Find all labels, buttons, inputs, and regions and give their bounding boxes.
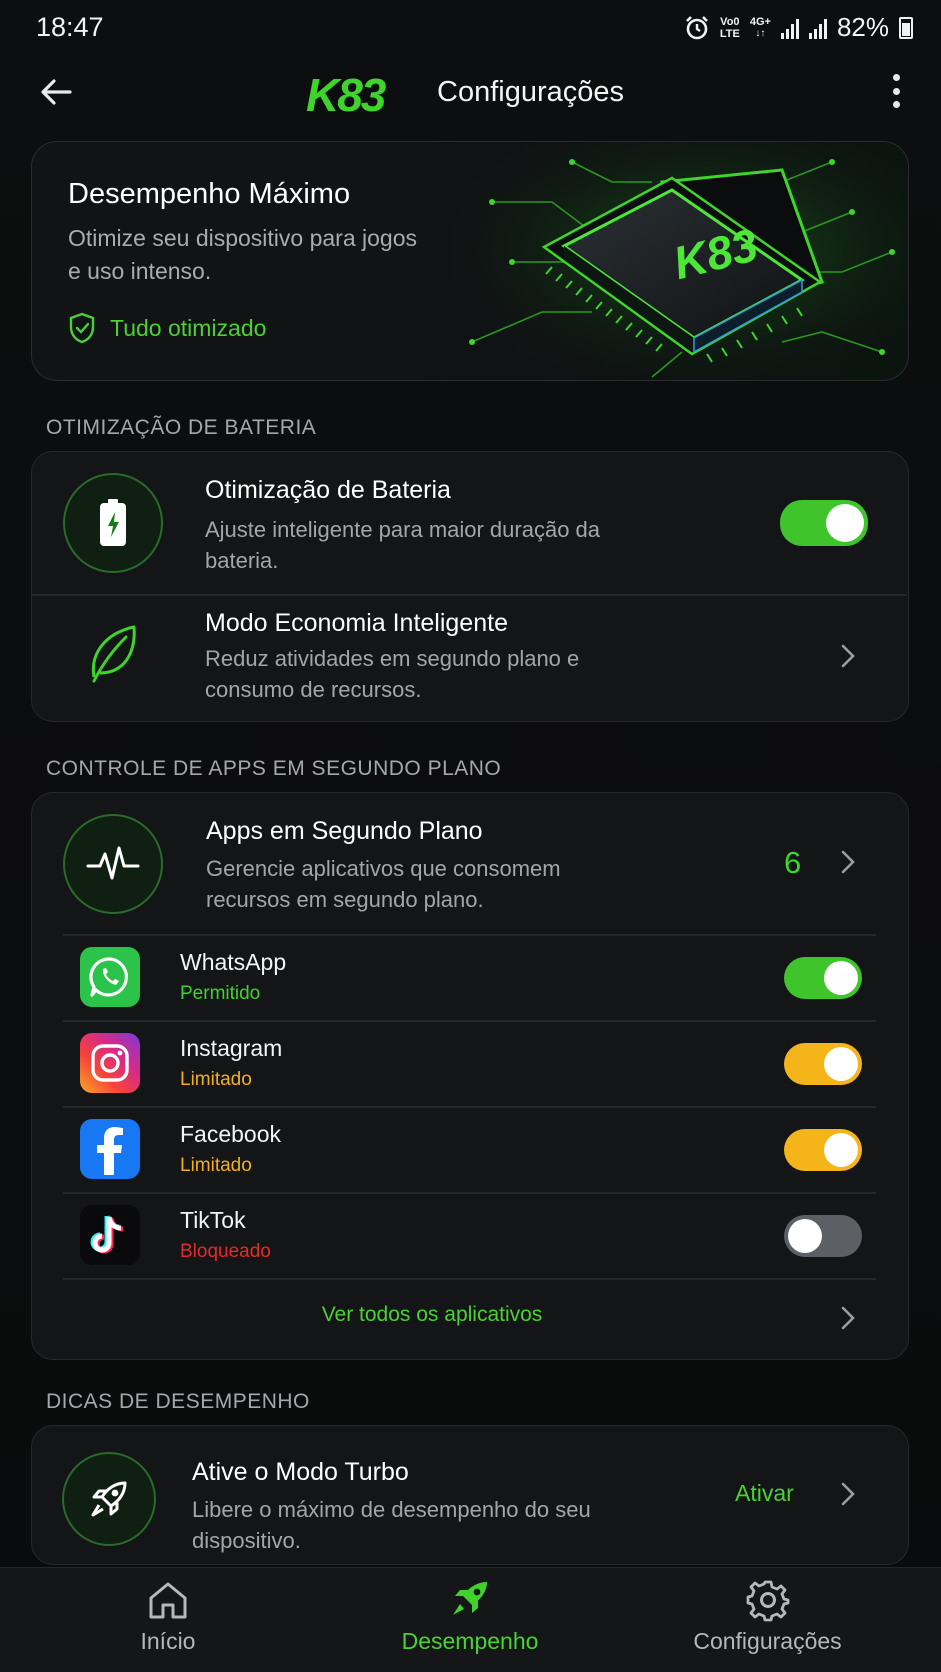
leaf-icon: [91, 625, 136, 683]
more-options-icon[interactable]: [891, 74, 901, 108]
instagram-icon: [80, 1033, 140, 1093]
battery-percent: 82%: [836, 12, 889, 42]
shield-check-icon: [69, 312, 95, 344]
app-row-facebook: Facebook Limitado: [32, 1107, 907, 1192]
app-row-tiktok: TikTok Bloqueado: [32, 1193, 907, 1278]
tiktok-icon: [80, 1205, 140, 1265]
4g-label: 4G+: [749, 15, 771, 28]
battery-card: Otimização de Bateria Ajuste inteligente…: [31, 451, 909, 722]
whatsapp-background-toggle[interactable]: [784, 957, 862, 999]
nav-item-inicio[interactable]: Início: [98, 1578, 238, 1655]
signal-icon: [780, 17, 799, 39]
battery-optimization-title: Otimização de Bateria: [205, 476, 451, 504]
performance-hero-card: K83 Desempenho Máximo Otimize seu dispos…: [31, 141, 909, 381]
pulse-icon: [86, 846, 140, 880]
turbo-tip-card[interactable]: Ative o Modo Turbo Libere o máximo de de…: [31, 1425, 909, 1565]
facebook-background-toggle[interactable]: [784, 1129, 862, 1171]
turbo-activate-button[interactable]: Ativar: [735, 1480, 794, 1507]
app-name: Facebook: [180, 1121, 282, 1147]
see-all-apps-link: Ver todos os aplicativos: [321, 1303, 543, 1326]
instagram-background-toggle[interactable]: [784, 1043, 862, 1085]
performance-screen: 18:47 Vo0 LTE 4G+ ↓↑ 82% K83 Configuraçõ…: [0, 0, 941, 1672]
hero-title: Desempenho Máximo: [68, 178, 351, 210]
battery-optimization-toggle[interactable]: [780, 500, 868, 546]
nav-label: Desempenho: [401, 1628, 539, 1654]
smart-economy-title: Modo Economia Inteligente: [205, 609, 508, 637]
status-time: 18:47: [36, 12, 104, 42]
smart-economy-subtitle: Reduz atividades em segundo plano e cons…: [205, 646, 580, 702]
background-apps-count: 6: [784, 845, 802, 880]
app-row-instagram: Instagram Limitado: [32, 1021, 907, 1106]
lte-label: LTE: [719, 27, 740, 40]
battery-charging-icon: [100, 499, 126, 546]
back-arrow-icon[interactable]: [36, 72, 76, 112]
battery-icon: [899, 16, 913, 39]
turbo-tip-title: Ative o Modo Turbo: [192, 1458, 409, 1486]
chip-illustration: K83: [452, 142, 908, 380]
tiktok-background-toggle[interactable]: [784, 1215, 862, 1257]
brand-logo: K83: [306, 69, 386, 121]
chevron-right-icon: [841, 1306, 855, 1330]
battery-section-label: OTIMIZAÇÃO DE BATERIA: [46, 416, 317, 439]
tips-section-label: DICAS DE DESEMPENHO: [46, 1390, 310, 1413]
app-row-whatsapp: WhatsApp Permitido: [32, 935, 907, 1020]
page-title: Configurações: [437, 76, 624, 108]
battery-optimization-subtitle: Ajuste inteligente para maior duração da…: [205, 517, 601, 573]
app-name: WhatsApp: [180, 949, 287, 975]
rocket-icon: [91, 1481, 127, 1517]
nav-item-configuracoes[interactable]: Configurações: [680, 1578, 855, 1655]
chevron-right-icon: [841, 850, 855, 874]
activity-icon-circle: [63, 814, 163, 914]
hero-subtitle: Otimize seu dispositivo para jogos e uso…: [68, 225, 417, 284]
app-bar: K83 Configurações: [0, 60, 941, 124]
volte-label: Vo0: [720, 15, 740, 28]
background-apps-section-label: CONTROLE DE APPS EM SEGUNDO PLANO: [46, 757, 502, 780]
battery-icon-circle: [63, 473, 163, 573]
gear-icon: [746, 1580, 789, 1622]
app-name: Instagram: [180, 1035, 283, 1061]
app-status: Limitado: [180, 1069, 252, 1090]
see-all-apps-row[interactable]: Ver todos os aplicativos: [32, 1279, 907, 1359]
optimization-status: Tudo otimizado: [68, 312, 266, 344]
app-status: Limitado: [180, 1155, 252, 1176]
chevron-right-icon: [841, 644, 855, 668]
alarm-icon: [685, 15, 708, 39]
bottom-navigation: Início Desempenho Configurações: [0, 1567, 941, 1672]
chevron-right-icon: [841, 1482, 855, 1506]
nav-label: Configurações: [693, 1628, 842, 1654]
app-name: TikTok: [180, 1207, 246, 1233]
optimization-status-label: Tudo otimizado: [110, 314, 267, 341]
nav-label: Início: [140, 1628, 196, 1654]
background-apps-title: Apps em Segundo Plano: [206, 817, 483, 845]
whatsapp-icon: [80, 947, 140, 1007]
data-arrows-icon: ↓↑: [755, 27, 766, 39]
rocket-icon: [453, 1582, 487, 1615]
status-bar: 18:47 Vo0 LTE 4G+ ↓↑ 82%: [0, 0, 941, 56]
background-apps-card: Apps em Segundo Plano Gerencie aplicativ…: [31, 792, 909, 1360]
volte-indicator: Vo0 LTE: [720, 16, 740, 40]
signal-icon-2: [808, 17, 827, 39]
nav-item-desempenho[interactable]: Desempenho: [380, 1578, 560, 1655]
app-status: Bloqueado: [180, 1241, 271, 1262]
app-status: Permitido: [180, 983, 261, 1004]
turbo-tip-subtitle: Libere o máximo de desempenho do seu dis…: [192, 1497, 591, 1553]
network-type-indicator: 4G+ ↓↑: [750, 16, 771, 40]
rocket-icon-circle: [62, 1452, 156, 1546]
background-apps-header-row[interactable]: Apps em Segundo Plano Gerencie aplicativ…: [32, 793, 907, 933]
status-icons: Vo0 LTE 4G+ ↓↑ 82%: [684, 12, 913, 43]
home-icon: [149, 1582, 187, 1619]
facebook-icon: [80, 1119, 140, 1179]
background-apps-subtitle: Gerencie aplicativos que consomem recurs…: [206, 856, 561, 912]
smart-economy-row[interactable]: Modo Economia Inteligente Reduz atividad…: [32, 595, 907, 721]
